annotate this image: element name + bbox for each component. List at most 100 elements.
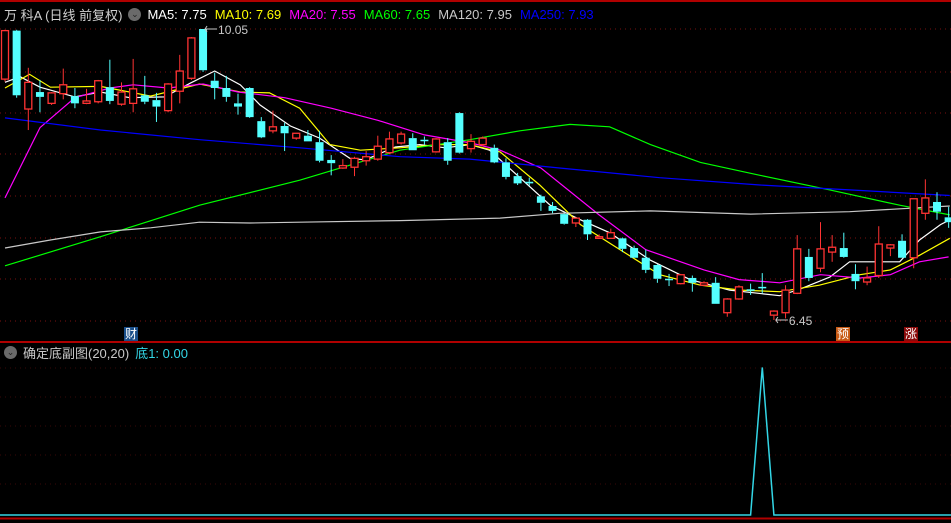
candle-body (292, 132, 301, 139)
candle[interactable] (944, 206, 951, 228)
candle[interactable] (839, 232, 848, 258)
candle[interactable] (396, 131, 406, 145)
candle[interactable] (70, 88, 79, 109)
candle[interactable] (0, 29, 10, 82)
chevron-down-icon[interactable]: ⌄ (128, 7, 142, 21)
candle[interactable] (560, 213, 569, 225)
candle[interactable] (385, 131, 394, 155)
candle-body (338, 164, 348, 169)
candle-body (874, 243, 883, 277)
candle[interactable] (606, 228, 615, 239)
candle-body (828, 246, 837, 253)
candle[interactable] (734, 285, 744, 300)
candle[interactable] (874, 226, 883, 278)
candle-body (595, 236, 604, 239)
candle[interactable] (94, 79, 103, 104)
low-price-label: 6.45 (789, 314, 813, 328)
candle[interactable] (804, 248, 813, 282)
candle[interactable] (105, 59, 114, 105)
ma-legend-item: MA5: 7.75 (147, 6, 207, 22)
candles (0, 29, 951, 320)
candle[interactable] (898, 234, 907, 258)
candle[interactable] (234, 93, 242, 115)
candle[interactable] (862, 266, 872, 286)
candle[interactable] (933, 192, 941, 220)
candle[interactable] (909, 198, 918, 269)
candle[interactable] (12, 29, 21, 98)
candle[interactable] (292, 132, 301, 140)
candle-body (490, 147, 499, 163)
ma-legend-item: MA20: 7.55 (289, 6, 356, 22)
sub-series-line (0, 367, 951, 516)
candle-body (361, 156, 371, 162)
candle-body (665, 278, 674, 281)
candle-body (408, 138, 417, 151)
candle[interactable] (338, 159, 348, 169)
limit-up-marker[interactable]: 涨 (904, 327, 919, 341)
candle[interactable] (711, 277, 720, 304)
candle-body (152, 100, 161, 107)
candle[interactable] (431, 138, 441, 153)
candle-body (94, 80, 103, 103)
candle-body (478, 137, 487, 146)
candle[interactable] (665, 273, 674, 287)
candle[interactable] (548, 201, 557, 214)
candle[interactable] (408, 133, 417, 151)
candle-body (560, 214, 569, 224)
candle[interactable] (268, 110, 278, 134)
candle-body (734, 286, 744, 300)
candle[interactable] (350, 156, 359, 177)
candle[interactable] (373, 135, 382, 161)
finance-marker[interactable]: 财 (124, 327, 139, 341)
candle[interactable] (420, 136, 429, 145)
candle-body (688, 277, 697, 283)
candle[interactable] (851, 264, 860, 290)
candle[interactable] (536, 194, 545, 211)
candle[interactable] (187, 37, 196, 80)
candle[interactable] (455, 112, 464, 154)
candle[interactable] (490, 144, 499, 164)
candle-body (933, 201, 941, 212)
ma-line-ma250 (4, 117, 950, 197)
candle[interactable] (140, 75, 149, 105)
stock-title: 万 科A (日线 前复权) (4, 7, 123, 23)
candle-body (24, 81, 33, 110)
candle[interactable] (641, 249, 650, 274)
candle[interactable] (210, 72, 219, 100)
candle[interactable] (886, 244, 895, 257)
candle[interactable] (828, 235, 837, 262)
candle[interactable] (175, 54, 184, 104)
candle[interactable] (82, 88, 91, 105)
candle[interactable] (327, 155, 336, 176)
candle-body (781, 289, 790, 314)
candle[interactable] (222, 75, 231, 102)
chart-header: 万 科A (日线 前复权) ⌄ MA5: 7.75 MA10: 7.69 MA20:… (4, 5, 602, 23)
candle[interactable] (583, 218, 592, 240)
candle[interactable] (699, 281, 709, 287)
candle[interactable] (723, 298, 732, 317)
candle[interactable] (676, 273, 685, 285)
candle[interactable] (35, 79, 44, 113)
candle[interactable] (245, 87, 254, 118)
chevron-down-icon[interactable]: ⌄ (4, 345, 17, 359)
forecast-marker[interactable]: 预 (836, 327, 851, 341)
candle[interactable] (501, 158, 510, 180)
candle[interactable] (47, 92, 56, 105)
candle[interactable] (793, 235, 802, 295)
candle[interactable] (816, 222, 825, 273)
candle[interactable] (513, 172, 522, 186)
kline-chart[interactable]: 10.05 6.45 (0, 0, 951, 523)
candle[interactable] (163, 83, 173, 113)
candle[interactable] (653, 264, 662, 283)
candle-body (59, 84, 68, 95)
candle[interactable] (199, 29, 208, 72)
candle[interactable] (466, 134, 476, 153)
candle-body (163, 83, 173, 112)
candle[interactable] (478, 136, 487, 147)
candle-body (525, 181, 534, 184)
candle[interactable] (571, 217, 580, 228)
candle[interactable] (257, 117, 266, 139)
candle-body (35, 92, 44, 97)
candle-body (886, 244, 895, 249)
candle[interactable] (921, 179, 930, 220)
